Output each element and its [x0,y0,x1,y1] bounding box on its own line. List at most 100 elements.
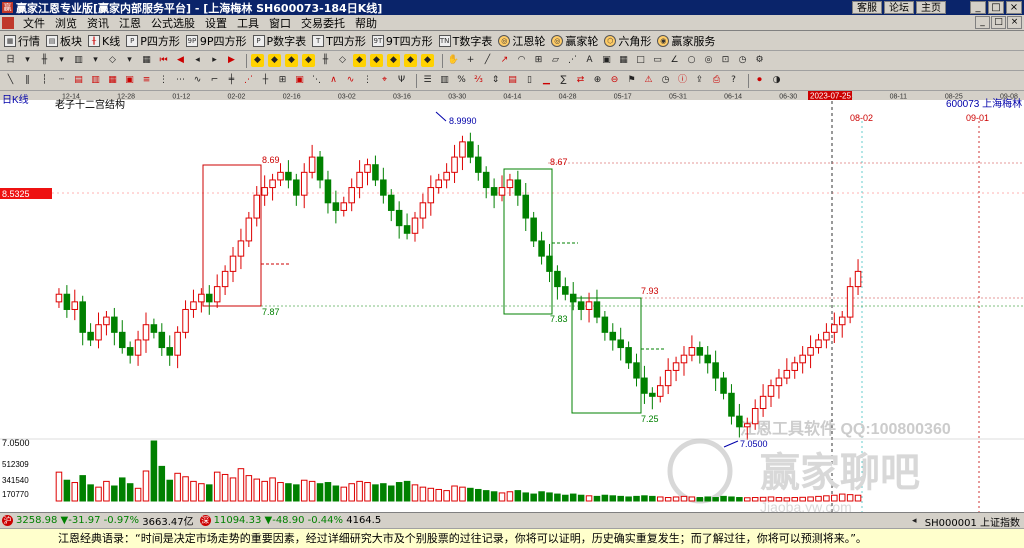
arrow-icon[interactable]: ↗ [498,54,511,67]
left-arrow-icon[interactable]: ◂ [191,54,204,67]
diamond-right-icon[interactable]: ◆ [302,54,315,67]
time-icon[interactable]: ◷ [736,54,749,67]
dropdown-icon[interactable]: ▾ [123,54,136,67]
ratio-icon[interactable]: ⅔ [472,74,485,87]
text-icon[interactable]: A [583,54,596,67]
dropdown-icon[interactable]: ▾ [55,54,68,67]
chart-area[interactable]: 12-14 12-28 01-12 02-02 02-16 03-02 03-16 03-30… [0,91,1024,512]
mdi-restore-button[interactable]: □ [991,16,1006,29]
wave-icon[interactable]: ∿ [344,74,357,87]
menu-settings[interactable]: 设置 [200,15,232,31]
red-bars-icon[interactable]: ▤ [72,74,85,87]
kline-style-icon[interactable]: ╫ [38,54,51,67]
bars-icon[interactable]: ▤ [506,74,519,87]
link-homepage[interactable]: 主页 [916,1,946,14]
record-icon[interactable]: ⏺ [753,74,766,87]
indicator-icon[interactable]: ∑ [557,74,570,87]
index2-quote[interactable]: 深 11094.33 ▼-48.90 -0.44% 4164.5 [199,515,381,526]
menu-info[interactable]: 资讯 [82,15,114,31]
toolbar-9p-square-button[interactable]: 9P 9P四方形 [185,33,247,49]
zoom-in-icon[interactable]: ⊕ [591,74,604,87]
system-menu-icon[interactable] [2,16,14,29]
channel-icon[interactable]: ▱ [549,54,562,67]
split-icon[interactable]: ┼ [259,74,272,87]
toolbar-quotes-button[interactable]: ▦ 行情 [4,33,40,49]
minimize-button[interactable]: _ [970,1,986,14]
table-icon[interactable]: ▦ [140,54,153,67]
candles-icon[interactable]: ▯ [523,74,536,87]
gann-fan-icon[interactable]: ⋱ [310,74,323,87]
red-lines-icon[interactable]: ≡ [140,74,153,87]
red-vbars-icon[interactable]: ▥ [89,74,102,87]
toolbar-p-table-button[interactable]: P P数字表 [252,33,306,49]
history-icon[interactable]: ◷ [659,74,672,87]
percent-icon[interactable]: % [455,74,468,87]
menu-file[interactable]: 文件 [18,15,50,31]
maximize-button[interactable]: □ [988,1,1004,14]
kline-chart[interactable]: 12-14 12-28 01-12 02-02 02-16 03-02 03-16 03-30… [0,91,1024,512]
parallel-icon[interactable]: ‖ [21,74,34,87]
ladder-icon[interactable]: ╪ [225,74,238,87]
hline-icon[interactable]: ┄ [55,74,68,87]
toolbar-t-table-button[interactable]: TN T数字表 [438,33,492,49]
help-icon[interactable]: ? [727,74,740,87]
compare-icon[interactable]: ⇄ [574,74,587,87]
list-icon[interactable]: ☰ [421,74,434,87]
toolbar-p-square-button[interactable]: P P四方形 [126,33,180,49]
print-icon[interactable]: ⎙ [710,74,723,87]
pin-icon[interactable]: ⌖ [378,74,391,87]
toolbar-kline-button[interactable]: ╫ K线 [88,33,120,49]
spiral-icon[interactable]: ◎ [702,54,715,67]
close-button[interactable]: × [1006,1,1022,14]
cycle-icon[interactable]: ∿ [191,74,204,87]
bracket-icon[interactable]: ⌐ [208,74,221,87]
square-icon[interactable]: □ [634,54,647,67]
diamond-down-icon[interactable]: ◆ [268,54,281,67]
menu-formula[interactable]: 公式选股 [146,15,200,31]
marker-icon[interactable]: ▣ [600,54,613,67]
speed-icon[interactable]: ⋮ [361,74,374,87]
toolbar-9t-square-button[interactable]: 9T 9T四方形 [371,33,433,49]
trendline-icon[interactable]: ╲ [4,74,17,87]
zoom-out-icon[interactable]: ⊖ [608,74,621,87]
diamond-up-icon[interactable]: ◆ [251,54,264,67]
toolbar-gann-wheel-button[interactable]: ◎ 江恩轮 [498,33,545,49]
red-fan-icon[interactable]: ⋰ [242,74,255,87]
scale-icon[interactable]: ⇕ [489,74,502,87]
arc-icon[interactable]: ◠ [515,54,528,67]
measure-icon[interactable]: ⊞ [532,54,545,67]
settings-icon[interactable]: ⚙ [753,54,766,67]
index1-quote[interactable]: 沪 3258.98 ▼-31.97 -0.97% 3663.47亿 [2,513,194,528]
menu-help[interactable]: 帮助 [350,15,382,31]
scroll-left-icon[interactable]: ◂ [908,515,921,528]
red-box-icon[interactable]: ▣ [123,74,136,87]
first-icon[interactable]: ⏮ [157,54,170,67]
diamond-c-icon[interactable]: ◆ [387,54,400,67]
menu-window[interactable]: 窗口 [264,15,296,31]
export-icon[interactable]: ⇪ [693,74,706,87]
alert-icon[interactable]: ⚠ [642,74,655,87]
info-icon[interactable]: ⓘ [676,74,689,87]
red-grid-icon[interactable]: ▦ [106,74,119,87]
status-index-code[interactable]: SH000001 上证指数 [925,514,1020,529]
forward-icon[interactable]: ▶ [225,54,238,67]
dropdown-icon[interactable]: ▾ [21,54,34,67]
diamond-add-icon[interactable]: ◇ [336,54,349,67]
mark-icon[interactable]: ⚑ [625,74,638,87]
menu-gann[interactable]: 江恩 [114,15,146,31]
period-day-icon[interactable]: 日 [4,54,17,67]
grid-draw-icon[interactable]: ▦ [617,54,630,67]
diamond-d-icon[interactable]: ◆ [404,54,417,67]
toolbar-winner-wheel-button[interactable]: ◎ 赢家轮 [551,33,598,49]
bar-chart-icon[interactable]: ▥ [72,54,85,67]
menu-tools[interactable]: 工具 [232,15,264,31]
fib-icon[interactable]: ⋮ [157,74,170,87]
box-icon[interactable]: ⊡ [719,54,732,67]
toolbar-t-square-button[interactable]: T T四方形 [312,33,366,49]
mdi-minimize-button[interactable]: _ [975,16,990,29]
line-draw-icon[interactable]: ╱ [481,54,494,67]
right-arrow-icon[interactable]: ▸ [208,54,221,67]
back-icon[interactable]: ◀ [174,54,187,67]
angle-icon[interactable]: ∠ [668,54,681,67]
link-customer-service[interactable]: 客服 [852,1,882,14]
